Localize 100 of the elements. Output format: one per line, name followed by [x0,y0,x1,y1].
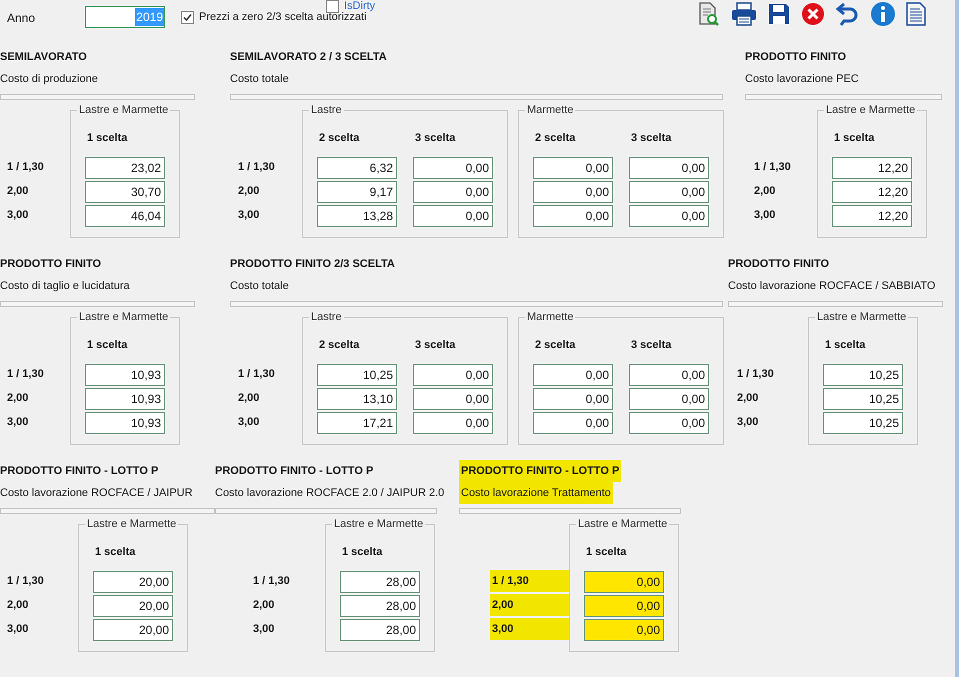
column-header: 3 scelta [630,338,672,353]
section-title: SEMILAVORATO 2 / 3 SCELTA [230,50,387,65]
value-field[interactable]: 13,28 [317,205,397,227]
row-label: 3,00 [253,622,276,637]
section-subtitle: Costo lavorazione ROCFACE / SABBIATO [728,279,936,294]
value-field[interactable]: 10,93 [85,412,165,434]
row-label: 2,00 [7,184,30,199]
checkbox[interactable] [326,0,339,13]
value-field[interactable]: 0,00 [584,571,664,593]
section-title: PRODOTTO FINITO [728,257,830,272]
section-subtitle: Costo lavorazione ROCFACE 2.0 / JAIPUR 2.0 [215,486,444,501]
section-title: PRODOTTO FINITO [745,50,846,65]
checkbox-label: Prezzi a zero 2/3 scelta autorizzati [199,11,367,25]
value-field[interactable]: 0,00 [629,205,709,227]
value-field[interactable]: 0,00 [584,595,664,617]
value-field[interactable]: 20,00 [93,571,173,593]
value-field[interactable]: 10,93 [85,388,165,410]
value-field[interactable]: 10,25 [823,364,903,386]
column-header: 3 scelta [414,131,456,146]
value-field[interactable]: 12,20 [832,157,912,179]
row-label: 3,00 [737,415,760,430]
row-label: 3,00 [7,415,30,430]
checkbox[interactable] [181,10,194,24]
value-field[interactable]: 20,00 [93,619,173,641]
value-field[interactable]: 0,00 [533,205,613,227]
value-field[interactable]: 0,00 [413,205,493,227]
value-field[interactable]: 0,00 [629,364,709,386]
value-field[interactable]: 0,00 [533,388,613,410]
save-icon[interactable] [767,2,791,26]
column-header: 1 scelta [94,545,136,560]
value-field[interactable]: 13,10 [317,388,397,410]
value-field[interactable]: 0,00 [533,157,613,179]
row-label: 2,00 [7,598,30,613]
value-field[interactable]: 0,00 [584,619,664,641]
row-label: 1 / 1,30 [754,160,792,175]
year-label: Anno [7,10,36,27]
section-subtitle: Costo lavorazione PEC [745,72,859,87]
value-field[interactable]: 0,00 [413,412,493,434]
row-label: 2,00 [737,391,760,406]
value-field[interactable]: 0,00 [629,388,709,410]
document-icon[interactable] [905,1,927,27]
value-field[interactable]: 0,00 [413,157,493,179]
row-label: 1 / 1,30 [7,160,45,175]
value-field[interactable]: 17,21 [317,412,397,434]
row-label: 2,00 [7,391,30,406]
row-label: 3,00 [754,208,776,223]
column-header: 1 scelta [585,545,628,560]
row-label: 1 / 1,30 [7,574,45,589]
value-field[interactable]: 12,20 [832,181,912,203]
value-field[interactable]: 10,25 [823,412,903,434]
section-subtitle: Costo di taglio e lucidatura [0,279,130,294]
value-field[interactable]: 20,00 [93,595,173,617]
value-field[interactable]: 0,00 [629,412,709,434]
checkbox-label: IsDirty [344,0,376,12]
value-field[interactable]: 0,00 [533,364,613,386]
value-field[interactable]: 0,00 [629,157,709,179]
section-subtitle: Costo lavorazione Trattamento [459,482,613,504]
row-label: 2,00 [238,184,260,199]
value-field[interactable]: 0,00 [413,364,493,386]
value-field[interactable]: 0,00 [533,181,613,203]
info-icon[interactable] [870,1,896,27]
section-title: PRODOTTO FINITO 2/3 SCELTA [230,257,395,272]
printer-icon[interactable] [730,1,758,27]
row-label: 1 / 1,30 [7,367,45,382]
column-header: 1 scelta [86,131,128,146]
value-field[interactable]: 10,93 [85,364,165,386]
section-subtitle: Costo totale [230,279,289,294]
value-field[interactable]: 0,00 [533,412,613,434]
column-header: 1 scelta [86,338,128,353]
row-label: 2,00 [253,598,276,613]
value-field[interactable]: 0,00 [413,181,493,203]
value-field[interactable]: 10,25 [317,364,397,386]
section-title: PRODOTTO FINITO - LOTTO P [0,464,158,479]
row-label: 2,00 [754,184,776,199]
row-label: 3,00 [238,415,260,430]
value-field[interactable]: 28,00 [340,571,420,593]
value-field[interactable]: 6,32 [317,157,397,179]
section-title: PRODOTTO FINITO [0,257,102,272]
column-header: 2 scelta [534,131,576,146]
section-subtitle: Costo lavorazione ROCFACE / JAIPUR [0,486,193,501]
value-field[interactable]: 46,04 [85,205,165,227]
section-title: SEMILAVORATO [0,50,87,65]
value-field[interactable]: 9,17 [317,181,397,203]
value-field[interactable]: 0,00 [413,388,493,410]
row-label: 3,00 [238,208,260,223]
row-label: 3,00 [490,618,569,640]
value-field[interactable]: 23,02 [85,157,165,179]
row-label: 1 / 1,30 [253,574,291,589]
value-field[interactable]: 28,00 [340,595,420,617]
value-field[interactable]: 28,00 [340,619,420,641]
value-field[interactable]: 12,20 [832,205,912,227]
section-subtitle: Costo di produzione [0,72,98,87]
close-icon[interactable] [800,1,826,27]
row-label: 2,00 [490,594,569,616]
value-field[interactable]: 0,00 [629,181,709,203]
value-field[interactable]: 30,70 [85,181,165,203]
row-label: 3,00 [7,622,30,637]
value-field[interactable]: 10,25 [823,388,903,410]
section-subtitle: Costo totale [230,72,289,87]
column-header: 1 scelta [824,338,866,353]
